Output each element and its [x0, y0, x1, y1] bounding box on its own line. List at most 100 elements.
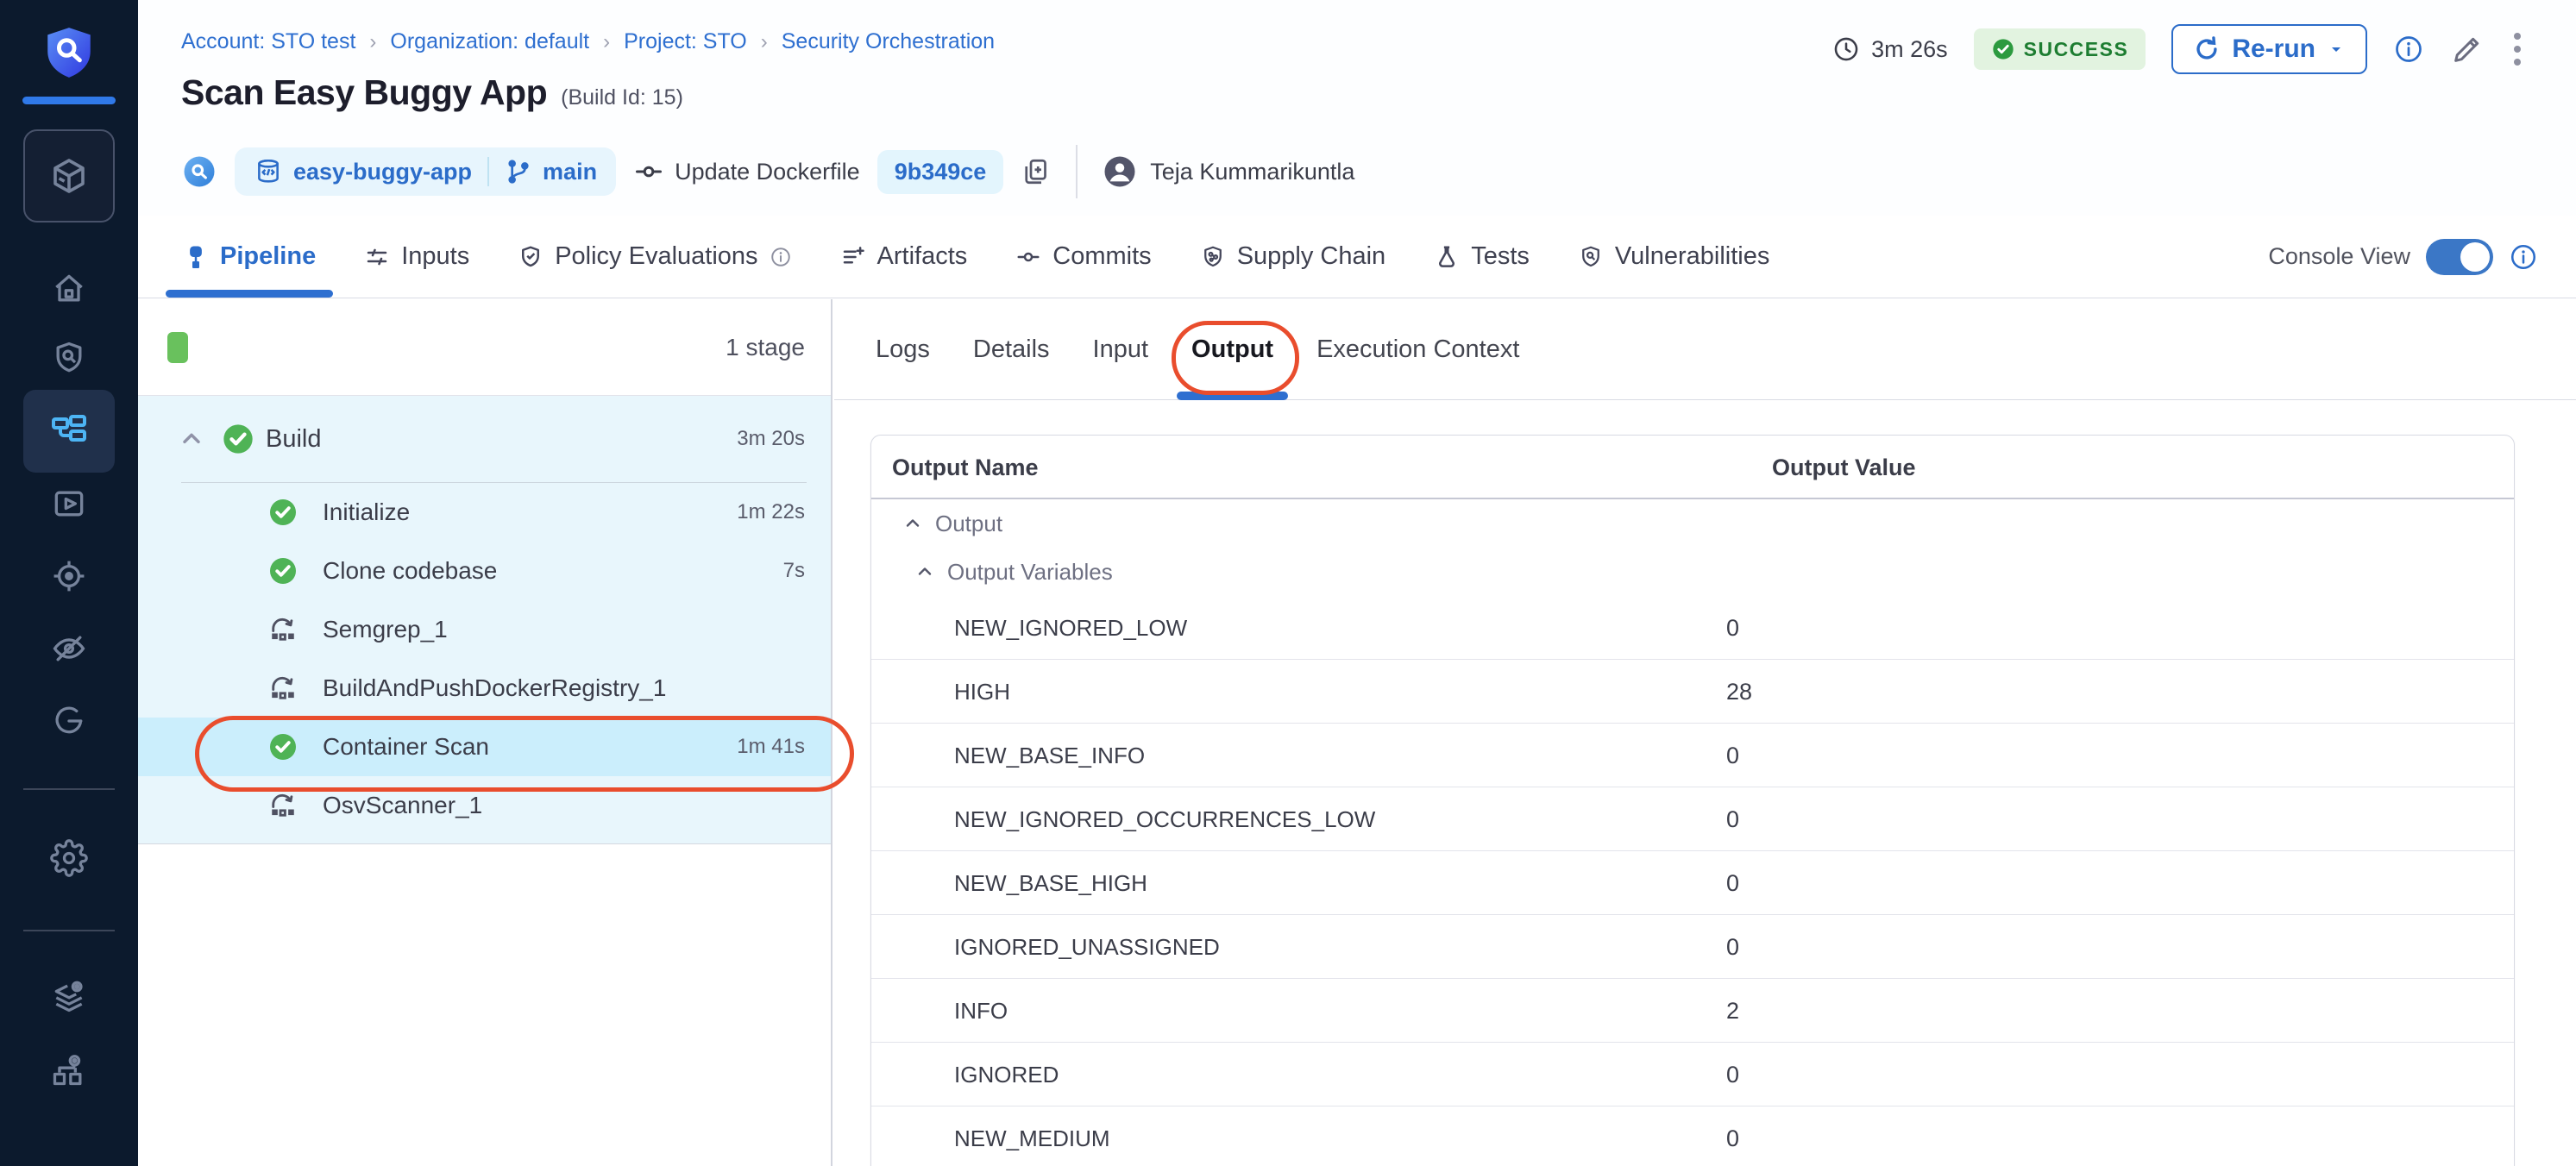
success-check-icon: [267, 731, 298, 762]
sidebar-divider: [23, 788, 115, 790]
commit-message-text: Update Dockerfile: [675, 159, 860, 185]
chevron-up-icon[interactable]: [178, 425, 205, 453]
step-group-loop-icon: [267, 614, 298, 645]
breadcrumb-project[interactable]: Project: STO: [624, 29, 747, 54]
sidebar-item-home[interactable]: [50, 270, 88, 308]
sidebar-item-pipelines[interactable]: [23, 390, 115, 473]
repo-branch-pill[interactable]: easy-buggy-app main: [235, 147, 616, 196]
info-icon[interactable]: [2393, 34, 2424, 65]
table-group-output[interactable]: Output: [871, 499, 2514, 548]
stage-panel-header: 1 stage: [138, 299, 831, 396]
target-icon: [50, 557, 88, 595]
output-value: 0: [1726, 1043, 1739, 1106]
tab-label: Supply Chain: [1237, 242, 1386, 271]
sidebar-item-default-settings[interactable]: [50, 977, 88, 1015]
output-table-header: Output Name Output Value: [871, 436, 2514, 499]
toggle-knob: [2460, 242, 2490, 272]
tab-policy-evaluations[interactable]: Policy Evaluations: [518, 216, 791, 298]
tab-pipeline[interactable]: Pipeline: [183, 216, 316, 298]
step-row-semgrep[interactable]: Semgrep_1: [138, 600, 831, 659]
stage-status-square[interactable]: [167, 332, 188, 363]
table-row: INFO 2: [871, 979, 2514, 1043]
tab-label: Artifacts: [877, 242, 968, 271]
step-group-loop-icon: [267, 790, 298, 821]
output-value: 28: [1726, 660, 1752, 724]
output-name: NEW_BASE_HIGH: [954, 851, 1147, 915]
avatar-icon: [1102, 154, 1138, 190]
pipeline-duration: 3m 26s: [1831, 34, 1948, 64]
tab-details[interactable]: Details: [973, 299, 1050, 399]
sidebar-item-project-settings[interactable]: [50, 839, 88, 877]
layers-gear-icon: [50, 977, 88, 1015]
breadcrumb-account[interactable]: Account: STO test: [181, 29, 355, 54]
rerun-button[interactable]: Re-run: [2171, 24, 2367, 74]
tab-inputs[interactable]: Inputs: [364, 216, 469, 298]
tab-label: Tests: [1471, 242, 1530, 271]
commit-sha[interactable]: 9b349ce: [877, 150, 1004, 194]
kebab-menu-icon[interactable]: [2510, 29, 2524, 69]
pill-divider: [487, 157, 489, 186]
breadcrumb: Account: STO test› Organization: default…: [181, 29, 995, 54]
table-row: HIGH 28: [871, 660, 2514, 724]
step-name: Semgrep_1: [323, 600, 448, 659]
sto-module-badge-icon: [181, 154, 217, 190]
chevron-up-icon[interactable]: [914, 561, 935, 582]
step-duration: 7s: [783, 542, 805, 600]
step-row-osvscanner[interactable]: OsvScanner_1: [138, 776, 831, 835]
author: Teja Kummarikuntla: [1102, 154, 1354, 190]
step-detail-panel: Logs Details Input Output Execution Cont…: [834, 299, 2576, 1166]
step-row-clone-codebase[interactable]: Clone codebase 7s: [138, 542, 831, 600]
sidebar-item-getting-started[interactable]: [50, 702, 88, 740]
pipelines-icon: [48, 411, 90, 452]
gear-icon: [50, 839, 88, 877]
tab-vulnerabilities[interactable]: Vulnerabilities: [1578, 216, 1769, 298]
chevron-up-icon[interactable]: [902, 513, 923, 534]
step-row-initialize[interactable]: Initialize 1m 22s: [138, 483, 831, 542]
stage-count: 1 stage: [726, 299, 805, 396]
sto-logo-icon[interactable]: [41, 24, 97, 81]
module-selector-button[interactable]: [23, 129, 115, 223]
breadcrumb-organization[interactable]: Organization: default: [390, 29, 589, 54]
sidebar-item-hidden[interactable]: [50, 630, 88, 668]
sidebar-divider: [23, 930, 115, 931]
breadcrumb-module[interactable]: Security Orchestration: [782, 29, 995, 54]
sidebar-item-executions[interactable]: [50, 485, 88, 523]
check-circle-icon: [1991, 37, 2015, 61]
tab-supply-chain[interactable]: Supply Chain: [1200, 216, 1386, 298]
tab-commits[interactable]: Commits: [1015, 216, 1151, 298]
sidebar-item-organization-settings[interactable]: [50, 1050, 88, 1088]
output-table: Output Name Output Value Output Output V…: [870, 435, 2515, 1166]
step-name: Clone codebase: [323, 542, 497, 600]
step-row-container-scan[interactable]: Container Scan 1m 41s: [138, 718, 831, 776]
console-view-toggle[interactable]: [2426, 239, 2493, 275]
sidebar-item-test-targets[interactable]: [50, 557, 88, 595]
main-area: Account: STO test› Organization: default…: [138, 0, 2576, 1166]
sidebar-item-security-tests[interactable]: [50, 339, 88, 377]
step-group-loop-icon: [267, 673, 298, 704]
status-text: SUCCESS: [2024, 38, 2129, 61]
tab-output[interactable]: Output: [1191, 299, 1273, 399]
console-info-icon[interactable]: [2509, 242, 2538, 272]
output-value: 0: [1726, 787, 1739, 851]
tab-input[interactable]: Input: [1093, 299, 1149, 399]
tab-tests[interactable]: Tests: [1434, 216, 1530, 298]
success-check-icon: [221, 422, 255, 456]
table-group-output-variables[interactable]: Output Variables: [871, 548, 2514, 596]
copy-icon[interactable]: [1021, 156, 1052, 187]
tab-artifacts[interactable]: Artifacts: [840, 216, 968, 298]
eye-off-icon: [50, 630, 88, 668]
edit-pencil-icon[interactable]: [2450, 32, 2485, 66]
step-row-build-and-push[interactable]: BuildAndPushDockerRegistry_1: [138, 659, 831, 718]
table-row: NEW_MEDIUM 0: [871, 1106, 2514, 1166]
output-value: 2: [1726, 979, 1739, 1043]
page-header: Account: STO test› Organization: default…: [138, 0, 2576, 216]
policy-info-icon[interactable]: [770, 246, 792, 268]
refresh-icon: [2192, 34, 2221, 64]
column-output-value: Output Value: [1772, 436, 1916, 499]
tab-logs[interactable]: Logs: [876, 299, 930, 399]
tab-execution-context[interactable]: Execution Context: [1316, 299, 1519, 399]
commit-message[interactable]: Update Dockerfile: [633, 156, 860, 187]
stage-row-build[interactable]: Build 3m 20s: [138, 396, 831, 482]
git-branch-icon: [505, 158, 532, 185]
orgchart-gear-icon: [50, 1050, 88, 1088]
